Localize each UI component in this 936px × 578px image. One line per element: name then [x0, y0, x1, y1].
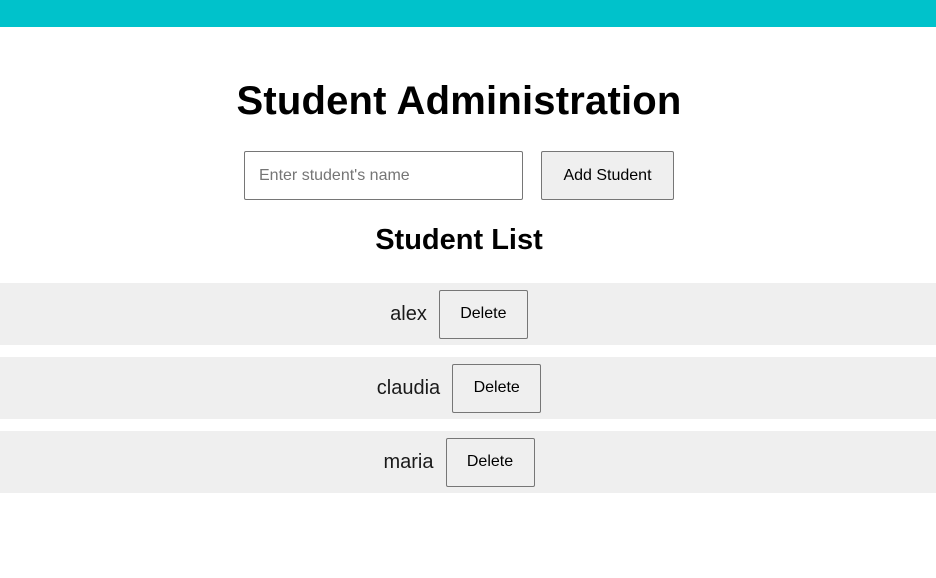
student-name: maria [383, 450, 434, 473]
student-list: alex Delete claudia Delete maria Delete [0, 283, 936, 505]
student-name: claudia [376, 376, 441, 399]
student-name-input[interactable] [244, 151, 523, 200]
student-row: claudia Delete [0, 357, 936, 419]
page-title: Student Administration [236, 79, 682, 123]
student-row: alex Delete [0, 283, 936, 345]
delete-student-button[interactable]: Delete [438, 289, 528, 339]
student-row: maria Delete [0, 431, 936, 493]
top-accent-bar [0, 0, 936, 27]
delete-student-button[interactable]: Delete [445, 437, 535, 487]
delete-student-button[interactable]: Delete [452, 363, 542, 413]
student-name: alex [390, 302, 427, 325]
add-student-button[interactable]: Add Student [541, 151, 674, 200]
student-list-title: Student List [375, 224, 543, 256]
